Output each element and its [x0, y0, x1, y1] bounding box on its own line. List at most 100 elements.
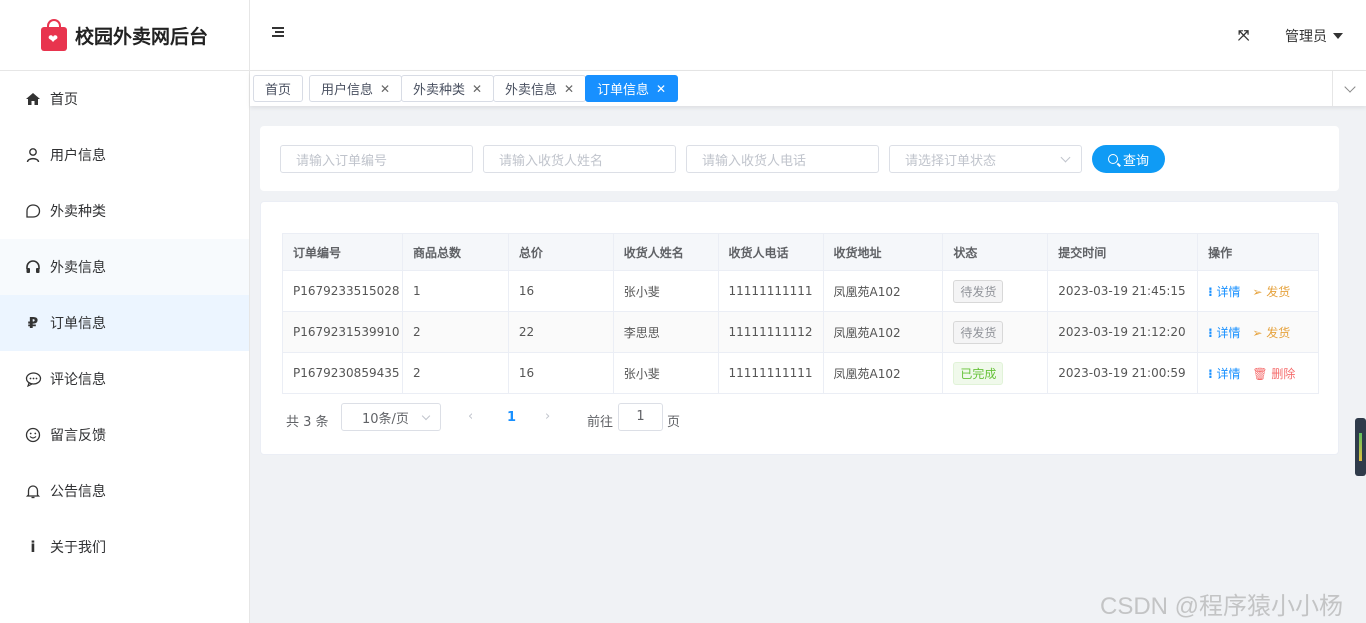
status-badge: 待发货	[953, 279, 1004, 303]
delete-label: 删除	[1271, 366, 1296, 381]
detail-button[interactable]: ⁝ 详情	[1208, 326, 1240, 340]
close-icon[interactable]: ✕	[656, 82, 666, 96]
sidebar-item-about[interactable]: i 关于我们	[0, 519, 249, 575]
count-cell: 2	[401, 352, 509, 394]
order-status-select[interactable]: 请选择订单状态	[889, 145, 1082, 173]
tab-food-info[interactable]: 外卖信息 ✕	[493, 75, 587, 102]
ship-button[interactable]: ➢ 发货	[1252, 326, 1290, 340]
query-button[interactable]: 查询	[1092, 145, 1165, 173]
sidebar-item-label: 首页	[50, 92, 78, 108]
logo-area: ❤ 校园外卖网后台	[0, 0, 249, 71]
shopping-bag-logo-icon: ❤	[40, 19, 67, 51]
tab-home[interactable]: 首页	[253, 75, 304, 102]
sidebar-menu: 首页 用户信息 外卖种类 外卖信息 ₽ 订单信息 评论信息 留言反馈 公告信息 …	[0, 71, 249, 575]
tab-orders[interactable]: 订单信息 ✕	[585, 75, 679, 102]
ship-label: 发货	[1266, 325, 1291, 340]
sidebar-item-label: 留言反馈	[50, 428, 106, 444]
column-header: 操作	[1197, 233, 1319, 271]
order-no-cell: P1679230859435	[282, 352, 403, 394]
delete-button[interactable]: 🗑 删除	[1252, 367, 1295, 381]
price-cell: 22	[507, 311, 614, 353]
info-icon: ⁝	[1208, 284, 1213, 299]
goto-unit-label: 页	[667, 415, 681, 430]
sidebar-item-label: 订单信息	[50, 316, 106, 332]
order-no-cell: P1679231539910	[282, 311, 403, 353]
page-size-select[interactable]: 10条/页	[341, 403, 441, 431]
sidebar-item-comments[interactable]: 评论信息	[0, 351, 249, 407]
sidebar-item-food-info[interactable]: 外卖信息	[0, 239, 249, 295]
close-icon[interactable]: ✕	[564, 82, 574, 96]
sidebar-item-users[interactable]: 用户信息	[0, 127, 249, 183]
action-cell: ⁝ 详情 ➢ 发货	[1197, 270, 1319, 312]
chevron-down-icon	[1060, 152, 1071, 163]
order-table: 订单编号 商品总数 总价 收货人姓名 收货人电话 收货地址 状态 提交时间 操作…	[282, 233, 1319, 394]
comment-icon	[24, 370, 42, 388]
detail-label: 详情	[1216, 366, 1241, 381]
home-icon	[24, 90, 42, 108]
watermark: CSDN @程序猿小小杨	[1100, 593, 1344, 620]
tab-label: 首页	[265, 83, 292, 98]
column-header: 收货人姓名	[612, 233, 719, 271]
status-badge: 待发货	[953, 320, 1004, 344]
detail-button[interactable]: ⁝ 详情	[1208, 367, 1240, 381]
address-cell: 凤凰苑A102	[822, 352, 944, 394]
detail-button[interactable]: ⁝ 详情	[1208, 285, 1240, 299]
pagination: 共 3 条 10条/页 ‹ 1 › 前往 1 页	[286, 403, 706, 433]
user-dropdown[interactable]: 管理员	[1285, 26, 1343, 46]
side-scroll-handle[interactable]	[1355, 418, 1366, 476]
table-row: P1679230859435 2 16 张小斐 11111111111 凤凰苑A…	[282, 352, 1319, 394]
action-cell: ⁝ 详情 ➢ 发货	[1197, 311, 1319, 353]
fullscreen-icon[interactable]: ⤧	[1238, 28, 1249, 44]
user-label: 管理员	[1285, 29, 1327, 45]
info-icon: ⁝	[1208, 366, 1213, 381]
table-row: P1679231539910 2 22 李思思 11111111112 凤凰苑A…	[282, 311, 1319, 353]
smile-icon	[24, 426, 42, 444]
close-icon[interactable]: ✕	[380, 82, 390, 96]
ship-button[interactable]: ➢ 发货	[1252, 285, 1290, 299]
chevron-down-icon	[1343, 80, 1356, 93]
tabs-more-button[interactable]	[1332, 71, 1366, 106]
sidebar-item-orders[interactable]: ₽ 订单信息	[0, 295, 249, 351]
search-icon	[1107, 154, 1118, 164]
goto-page-input[interactable]: 1	[618, 403, 663, 431]
status-cell: 待发货	[942, 311, 1049, 353]
sidebar-item-notices[interactable]: 公告信息	[0, 463, 249, 519]
name-cell: 张小斐	[612, 352, 719, 394]
next-page-button[interactable]: ›	[545, 409, 550, 424]
chevron-down-icon	[421, 411, 431, 421]
tab-food-category[interactable]: 外卖种类 ✕	[401, 75, 495, 102]
count-cell: 2	[401, 311, 509, 353]
page-number-button[interactable]: 1	[507, 410, 516, 425]
prev-page-button[interactable]: ‹	[468, 409, 473, 424]
sidebar-item-home[interactable]: 首页	[0, 71, 249, 127]
close-icon[interactable]: ✕	[472, 82, 482, 96]
sidebar-item-label: 外卖信息	[50, 260, 106, 276]
tab-label: 外卖种类	[413, 83, 466, 98]
chat-bubble-icon	[24, 202, 42, 220]
receiver-name-input[interactable]: 请输入收货人姓名	[483, 145, 676, 173]
status-cell: 待发货	[942, 270, 1049, 312]
query-label: 查询	[1122, 153, 1149, 169]
sidebar-item-feedback[interactable]: 留言反馈	[0, 407, 249, 463]
menu-fold-icon[interactable]	[272, 27, 284, 39]
pagination-total: 共 3 条	[286, 415, 329, 430]
sidebar-item-food-category[interactable]: 外卖种类	[0, 183, 249, 239]
time-cell: 2023-03-19 21:00:59	[1047, 352, 1199, 394]
table-row: P1679233515028 1 16 张小斐 11111111111 凤凰苑A…	[282, 270, 1319, 312]
phone-cell: 11111111111	[717, 352, 824, 394]
sidebar-item-label: 关于我们	[50, 540, 106, 556]
name-cell: 张小斐	[612, 270, 719, 312]
column-header: 提交时间	[1047, 233, 1199, 271]
column-header: 商品总数	[401, 233, 509, 271]
order-no-input[interactable]: 请输入订单编号	[280, 145, 473, 173]
tab-label: 订单信息	[597, 83, 650, 98]
info-icon: ⁝	[1208, 325, 1213, 340]
table-header-row: 订单编号 商品总数 总价 收货人姓名 收货人电话 收货地址 状态 提交时间 操作	[282, 233, 1319, 271]
detail-label: 详情	[1216, 325, 1241, 340]
receiver-phone-input[interactable]: 请输入收货人电话	[686, 145, 879, 173]
sidebar-item-label: 外卖种类	[50, 204, 106, 220]
tab-users[interactable]: 用户信息 ✕	[309, 75, 403, 102]
order-table-panel: 订单编号 商品总数 总价 收货人姓名 收货人电话 收货地址 状态 提交时间 操作…	[260, 201, 1339, 455]
detail-label: 详情	[1216, 284, 1241, 299]
tab-label: 用户信息	[321, 83, 374, 98]
